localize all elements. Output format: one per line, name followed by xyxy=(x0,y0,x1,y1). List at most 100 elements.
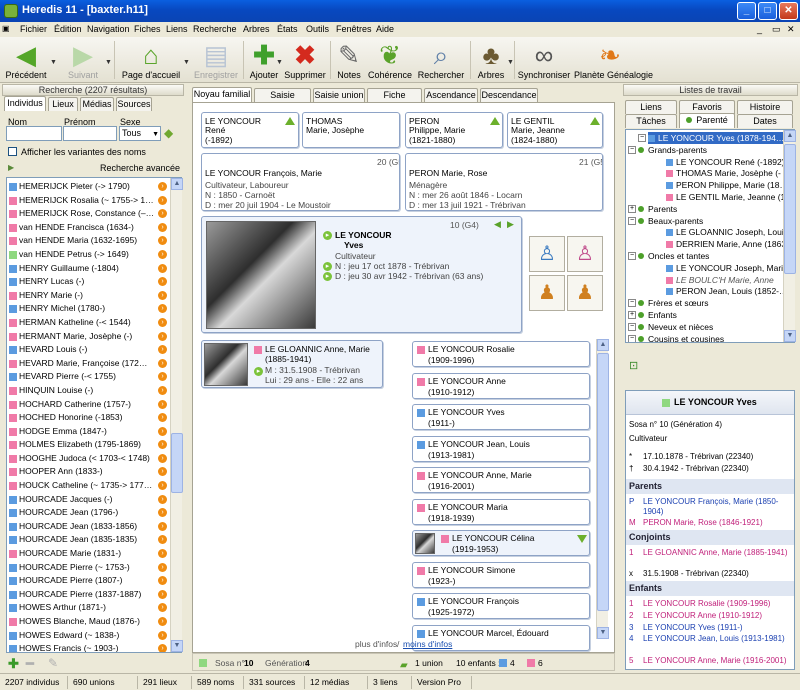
chevron-down-icon[interactable]: ▼ xyxy=(276,59,283,66)
tab-parente[interactable]: Parenté xyxy=(679,113,735,128)
chevron-down-icon[interactable]: ▼ xyxy=(105,59,112,66)
go-arrow-icon[interactable]: › xyxy=(158,385,167,395)
go-arrow-icon[interactable]: › xyxy=(158,236,167,246)
info-child-link[interactable]: LE YONCOUR Anne, Marie (1916-2001) xyxy=(643,656,793,666)
tab-noyau-familial[interactable]: Noyau familial xyxy=(192,87,252,102)
menu-arbres[interactable]: Arbres xyxy=(243,24,270,34)
collapse-minus-icon[interactable]: − xyxy=(638,134,646,142)
go-arrow-icon[interactable]: › xyxy=(158,345,167,355)
previous-button[interactable]: ◀ Précédent xyxy=(2,39,50,81)
variants-checkbox[interactable] xyxy=(8,147,17,156)
ancestors-triangle-icon[interactable] xyxy=(490,117,500,125)
tree-person[interactable]: PERON Philippe, Marie (18… xyxy=(666,179,788,191)
tab-sources[interactable]: Sources xyxy=(116,97,152,111)
grandparent-card-1[interactable]: LE YONCOUR René (-1892) xyxy=(201,112,299,148)
child-card[interactable]: LE YONCOUR Anne, Marie (1916-2001) xyxy=(412,467,590,493)
ancestors-triangle-icon[interactable] xyxy=(285,117,295,125)
child-photo[interactable] xyxy=(415,533,435,554)
edit-icon[interactable]: ✎ xyxy=(48,656,58,670)
info-child-link[interactable]: LE YONCOUR Anne (1910-1912) xyxy=(643,611,793,621)
mother-card[interactable]: 21 (G5) PERON Marie, Rose Ménagère N : m… xyxy=(405,153,603,211)
go-arrow-icon[interactable]: › xyxy=(158,630,167,640)
tab-descendance[interactable]: Descendance xyxy=(480,88,538,102)
tab-dates[interactable]: Dates xyxy=(737,114,793,128)
tab-medias[interactable]: Médias xyxy=(80,97,114,111)
mdi-close-button[interactable]: ✕ xyxy=(787,24,795,35)
go-arrow-icon[interactable]: › xyxy=(158,399,167,409)
tree-group[interactable]: Frères et sœurs xyxy=(638,297,708,309)
father-card[interactable]: 20 (G5) LE YONCOUR François, Marie Culti… xyxy=(201,153,400,211)
list-item[interactable]: HEMERIJCK Rose, Constance (–… › xyxy=(7,207,181,221)
document-icon[interactable]: ▣ xyxy=(2,24,10,33)
list-item[interactable]: HODGE Emma (1847-) › xyxy=(7,425,181,439)
list-item[interactable]: HOCHARD Catherine (1757-) › xyxy=(7,398,181,412)
title-bar[interactable]: Heredis 11 - [baxter.h11] _ □ ✕ xyxy=(0,0,800,22)
individuals-list[interactable]: HEMERIJCK Pieter (-> 1790) › HEMERIJCK Ros… xyxy=(6,177,182,653)
list-item[interactable]: HOWES Blanche, Maud (1876-) › xyxy=(7,615,181,629)
tree-group[interactable]: Oncles et tantes xyxy=(638,250,709,262)
kinship-tree[interactable]: LE YONCOUR Yves (1878-194… − Grands-parent… xyxy=(625,129,795,343)
go-arrow-icon[interactable]: › xyxy=(158,195,167,205)
tree-group[interactable]: Enfants xyxy=(638,309,677,321)
list-item[interactable]: HINQUIN Louise (-) › xyxy=(7,384,181,398)
descendants-triangle-icon[interactable] xyxy=(577,535,587,543)
delete-button[interactable]: ✖ Supprimer xyxy=(284,39,326,81)
tree-person[interactable]: LE YONCOUR Joseph, Marie xyxy=(666,262,788,274)
tree-person[interactable]: LE GLOANNIC Joseph, Louis xyxy=(666,226,788,238)
menu-aide[interactable]: Aide xyxy=(376,24,394,34)
scroll-up-button[interactable]: ▲ xyxy=(784,130,796,142)
go-arrow-icon[interactable]: › xyxy=(158,182,167,191)
list-item[interactable]: HOURCADE Pierre (~ 1753-) › xyxy=(7,561,181,575)
list-item[interactable]: HEVARD Pierre (-< 1755) › xyxy=(7,370,181,384)
list-item[interactable]: HOOGHE Judoca (< 1703-< 1748) › xyxy=(7,452,181,466)
menu-fenetres[interactable]: Fenêtres xyxy=(336,24,372,34)
tree-scrollbar[interactable]: ▲ ▼ xyxy=(783,130,796,342)
go-arrow-icon[interactable]: › xyxy=(158,549,167,559)
child-card[interactable]: LE YONCOUR Rosalie (1909-1996) xyxy=(412,341,590,367)
list-item[interactable]: HOURCADE Jean (1833-1856) › xyxy=(7,520,181,534)
tree-person[interactable]: LE BOULC'H Marie, Anne xyxy=(666,274,774,286)
child-card[interactable]: LE YONCOUR Anne (1910-1912) xyxy=(412,372,590,399)
go-arrow-icon[interactable]: › xyxy=(158,589,167,599)
list-item[interactable]: HEVARD Louis (-) › xyxy=(7,343,181,357)
spouse-photo[interactable] xyxy=(204,343,248,386)
list-item[interactable]: HENRY Michel (1780-) › xyxy=(7,302,181,316)
go-arrow-icon[interactable]: › xyxy=(158,249,167,259)
tab-saisie-individu[interactable]: Saisie individu xyxy=(254,88,311,112)
expand-plus-icon[interactable]: + xyxy=(628,204,636,213)
list-item[interactable]: HOWES Arthur (1871-) › xyxy=(7,601,181,615)
chevron-down-icon[interactable]: ▼ xyxy=(183,59,190,66)
go-arrow-icon[interactable]: › xyxy=(158,576,167,586)
prev-arrow-icon[interactable]: ◀ xyxy=(494,219,501,230)
list-item[interactable]: HENRY Lucas (-) › xyxy=(7,275,181,289)
list-scrollbar[interactable]: ▲ ▼ xyxy=(170,178,183,652)
child-card[interactable]: LE YONCOUR Célina (1919-1953) xyxy=(412,530,590,556)
list-item[interactable]: HENRY Marie (-) › xyxy=(7,289,181,303)
tree-person[interactable]: THOMAS Marie, Josèphe (- xyxy=(666,167,781,179)
go-arrow-icon[interactable]: › xyxy=(158,209,167,219)
add-mother-icon[interactable]: ♙ xyxy=(567,236,603,272)
go-arrow-icon[interactable]: › xyxy=(158,222,167,232)
list-item[interactable]: HOUCK Catheline (~ 1735-> 177… › xyxy=(7,479,181,493)
go-arrow-icon[interactable]: › xyxy=(158,277,167,287)
tree-group[interactable]: Grands-parents xyxy=(638,144,707,156)
mdi-restore-button[interactable]: ▭ xyxy=(772,24,781,35)
go-arrow-icon[interactable]: › xyxy=(158,535,167,545)
go-arrow-icon[interactable]: › xyxy=(158,317,167,327)
chevron-down-icon[interactable]: ▼ xyxy=(50,59,57,66)
child-card[interactable]: LE YONCOUR François (1925-1972) xyxy=(412,593,590,619)
go-arrow-icon[interactable]: › xyxy=(158,453,167,463)
info-spouse-link[interactable]: LE GLOANNIC Anne, Marie (1885-1941) xyxy=(643,548,793,558)
mdi-minimize-button[interactable]: _ xyxy=(757,24,762,34)
synchronize-button[interactable]: ∞ Synchroniser xyxy=(516,39,572,81)
scroll-down-button[interactable]: ▼ xyxy=(784,330,796,342)
scroll-thumb[interactable] xyxy=(597,353,609,611)
info-mother-link[interactable]: PERON Marie, Rose (1846-1921) xyxy=(643,518,763,527)
close-button[interactable]: ✕ xyxy=(779,2,798,20)
advanced-search-link[interactable]: Recherche avancée xyxy=(100,163,180,173)
collapse-minus-icon[interactable]: − xyxy=(628,252,636,260)
go-arrow-icon[interactable]: › xyxy=(158,358,167,368)
menu-fiches[interactable]: Fiches xyxy=(134,24,161,34)
go-arrow-icon[interactable]: › xyxy=(158,426,167,436)
menu-liens[interactable]: Liens xyxy=(166,24,188,34)
